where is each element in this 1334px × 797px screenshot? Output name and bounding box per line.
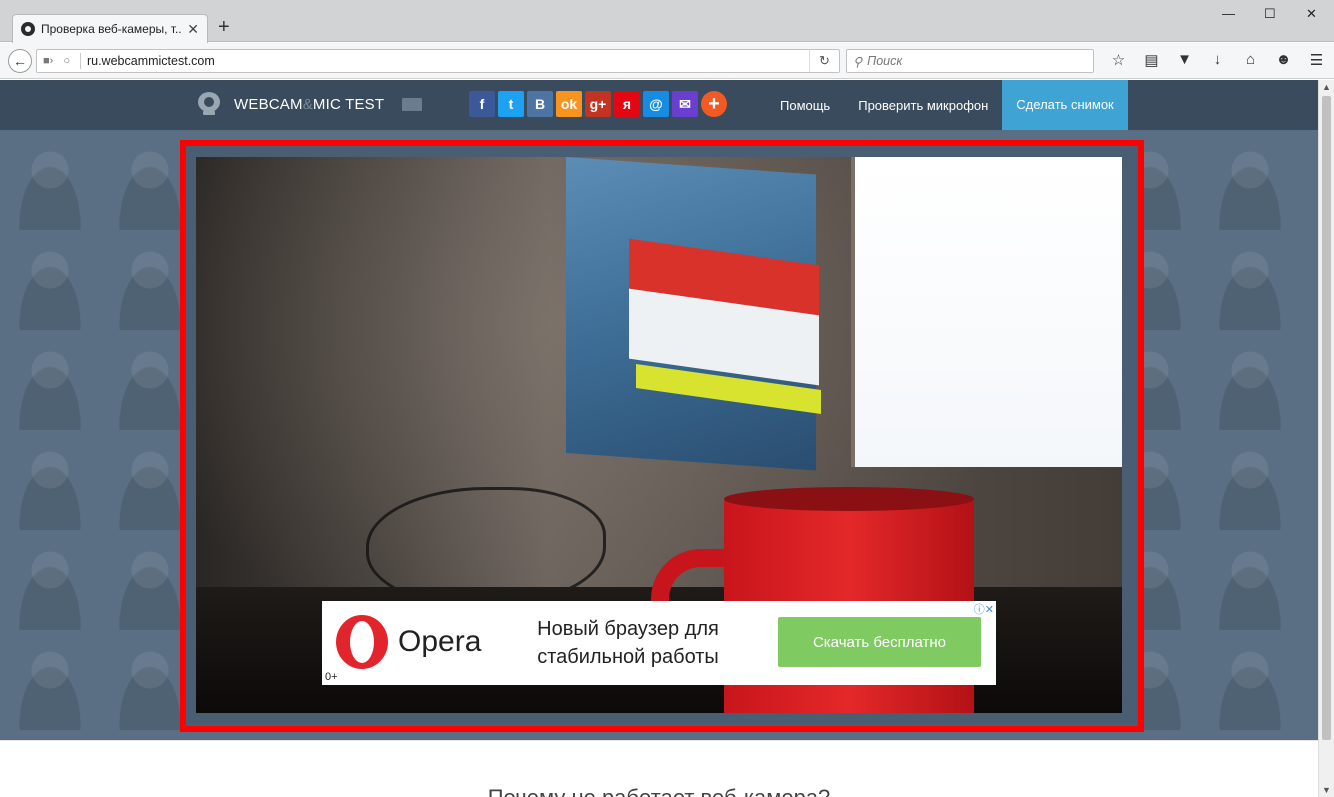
ad-brand: Opera <box>398 625 482 658</box>
mailru-icon[interactable]: @ <box>643 91 669 117</box>
google-plus-icon[interactable]: g+ <box>585 91 611 117</box>
maximize-button[interactable]: ☐ <box>1264 6 1276 22</box>
scroll-thumb[interactable] <box>1322 96 1331 740</box>
url-bar[interactable]: ■› ○ ru.webcammictest.com ↻ <box>36 49 840 73</box>
reload-icon[interactable]: ↻ <box>809 50 839 72</box>
page-viewport: WEBCAM & MIC TEST f t B ok g+ я @ ✉ + Помо… <box>0 80 1318 797</box>
minimize-button[interactable]: — <box>1222 6 1235 21</box>
uk-flag-icon[interactable] <box>402 98 422 111</box>
share-buttons: f t B ok g+ я @ ✉ + <box>469 91 727 117</box>
vkontakte-icon[interactable]: B <box>527 91 553 117</box>
email-icon[interactable]: ✉ <box>672 91 698 117</box>
globe-icon: ○ <box>63 55 70 67</box>
menu-snapshot-button[interactable]: Сделать снимок <box>1002 80 1128 130</box>
menu-icon[interactable]: ☰ <box>1300 51 1333 69</box>
url-text[interactable]: ru.webcammictest.com <box>87 54 809 68</box>
logo-text-amp: & <box>302 95 313 113</box>
reading-list-icon[interactable]: ▤ <box>1135 51 1168 69</box>
star-icon[interactable]: ☆ <box>1102 51 1135 69</box>
webcam-video: ⓘ✕ Opera 0+ Новый браузер для стабильной… <box>196 157 1122 713</box>
hero-section: ⓘ✕ Opera 0+ Новый браузер для стабильной… <box>0 130 1318 740</box>
search-input[interactable]: ⚲ Поиск <box>846 49 1094 73</box>
search-icon: ⚲ <box>853 54 863 69</box>
opera-ad-banner[interactable]: ⓘ✕ Opera 0+ Новый браузер для стабильной… <box>322 601 996 685</box>
back-button[interactable]: ← <box>8 49 32 73</box>
ad-close-icon[interactable]: ⓘ✕ <box>974 601 994 617</box>
odnoklassniki-icon[interactable]: ok <box>556 91 582 117</box>
webcam-icon <box>198 92 220 116</box>
home-icon[interactable]: ⌂ <box>1234 51 1267 69</box>
tab-close-icon[interactable]: ✕ <box>187 21 199 38</box>
webcam-frame: ⓘ✕ Opera 0+ Новый браузер для стабильной… <box>180 140 1144 732</box>
twitter-icon[interactable]: t <box>498 91 524 117</box>
nav-toolbar: ← ■› ○ ru.webcammictest.com ↻ ⚲ Поиск ☆ … <box>0 43 1334 79</box>
url-divider <box>79 53 81 69</box>
moimir-icon[interactable]: я <box>614 91 640 117</box>
new-tab-button[interactable]: + <box>218 17 230 37</box>
download-icon[interactable]: ↓ <box>1201 51 1234 69</box>
opera-logo-icon <box>336 615 388 669</box>
more-share-icon[interactable]: + <box>701 91 727 117</box>
menu-help[interactable]: Помощь <box>766 98 844 113</box>
ad-text: Новый браузер для стабильной работы <box>537 618 719 668</box>
scroll-down-icon[interactable]: ▼ <box>1322 785 1331 795</box>
menu-mic-test[interactable]: Проверить микрофон <box>844 98 1002 113</box>
toolbar-icons: ☆ ▤ ▼ ↓ ⌂ ☻ ☰ <box>1102 51 1333 69</box>
tab-title: Проверка веб-камеры, т... <box>41 22 182 36</box>
close-window-button[interactable]: ✕ <box>1306 6 1317 22</box>
section-heading: Почему не работает веб-камера? <box>0 785 1318 797</box>
site-header: WEBCAM & MIC TEST f t B ok g+ я @ ✉ + Помо… <box>0 80 1318 130</box>
site-logo[interactable]: WEBCAM & MIC TEST <box>198 92 384 116</box>
scroll-up-icon[interactable]: ▲ <box>1322 82 1331 92</box>
page-scrollbar[interactable]: ▲ ▼ <box>1318 80 1334 797</box>
facebook-icon[interactable]: f <box>469 91 495 117</box>
browser-tab[interactable]: Проверка веб-камеры, т... ✕ <box>12 14 208 43</box>
pocket-icon[interactable]: ▼ <box>1168 51 1201 69</box>
tab-strip: Проверка веб-камеры, т... ✕ + — ☐ ✕ <box>0 0 1334 43</box>
main-menu: Помощь Проверить микрофон Сделать снимок <box>766 80 1128 130</box>
content-section: Почему не работает веб-камера? <box>0 740 1318 797</box>
site-info-icon[interactable]: ■› <box>43 55 53 67</box>
search-placeholder: Поиск <box>867 54 903 68</box>
ad-download-button[interactable]: Скачать бесплатно <box>778 617 981 667</box>
logo-text-webcam: WEBCAM <box>234 95 303 113</box>
chat-icon[interactable]: ☻ <box>1267 51 1300 69</box>
ad-age-rating: 0+ <box>325 671 338 683</box>
logo-text-mic: MIC TEST <box>312 95 385 113</box>
site-favicon-icon <box>21 22 35 36</box>
